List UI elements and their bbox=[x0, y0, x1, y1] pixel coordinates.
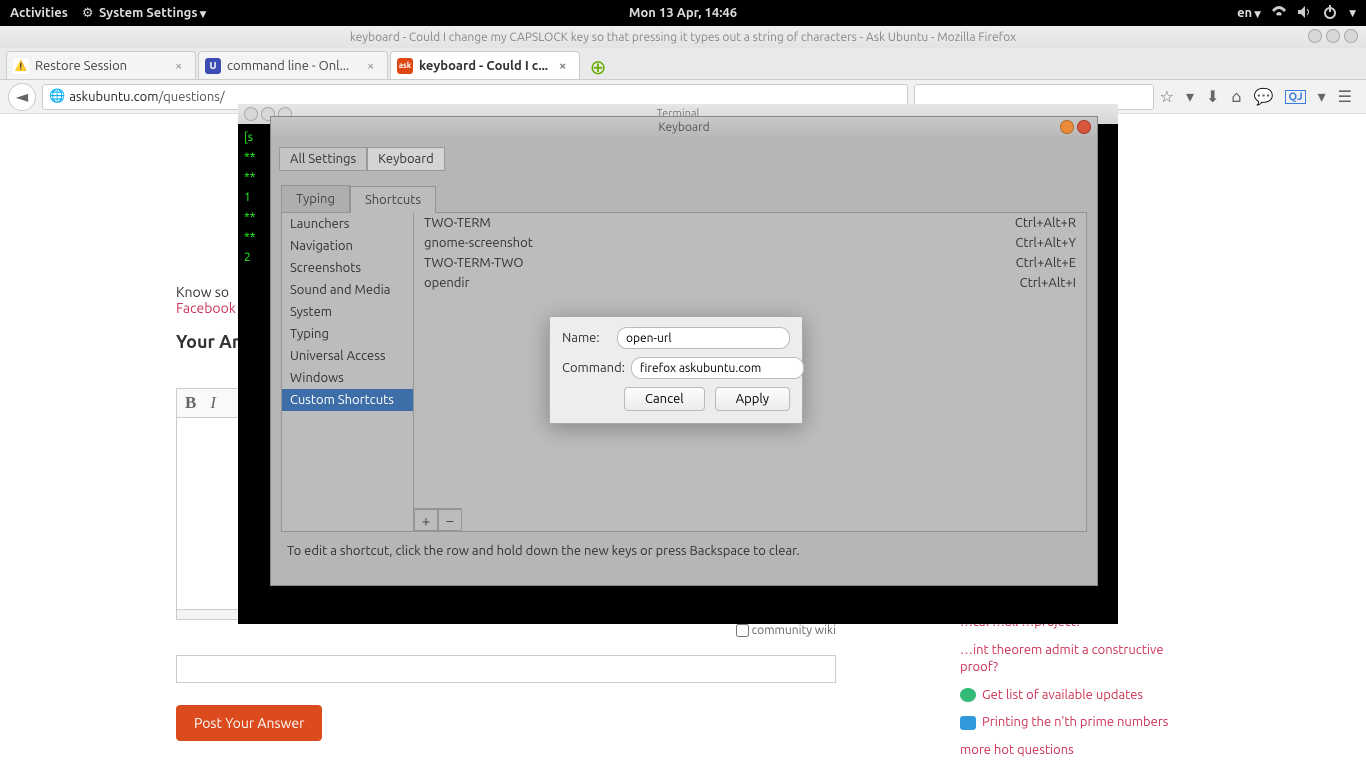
url-path: /questions/ bbox=[158, 90, 224, 104]
shortcut-command-input[interactable] bbox=[631, 357, 804, 379]
warning-icon: ⚠️ bbox=[13, 58, 29, 74]
add-shortcut-button[interactable]: + bbox=[414, 509, 438, 531]
chevron-down-icon: ▼ bbox=[199, 9, 206, 19]
breadcrumb-all-settings[interactable]: All Settings bbox=[279, 147, 367, 171]
new-tab-button[interactable]: ⊕ bbox=[586, 55, 610, 79]
terminal-output: [s ** ** 1 ** ** 2 bbox=[244, 128, 255, 268]
gear-icon: ⚙ bbox=[82, 6, 96, 20]
keyboard-titlebar: Keyboard bbox=[271, 117, 1097, 139]
category-typing[interactable]: Typing bbox=[282, 323, 413, 345]
back-button[interactable]: ◄ bbox=[8, 83, 36, 111]
community-wiki-checkbox[interactable] bbox=[736, 624, 749, 637]
tab-strip: ⚠️ Restore Session × U command line - On… bbox=[0, 48, 1366, 80]
shortcut-row[interactable]: gnome-screenshotCtrl+Alt+Y bbox=[414, 233, 1086, 253]
new-shortcut-dialog: Name: Command: Cancel Apply bbox=[549, 316, 803, 424]
chevron-down-icon: ▼ bbox=[1349, 8, 1356, 19]
activities-button[interactable]: Activities bbox=[10, 6, 68, 20]
tab-keyboard-question[interactable]: ask keyboard - Could I c... × bbox=[390, 51, 580, 79]
apply-button[interactable]: Apply bbox=[715, 387, 790, 411]
tab-restore-session[interactable]: ⚠️ Restore Session × bbox=[6, 51, 196, 79]
close-button[interactable] bbox=[1077, 120, 1091, 134]
text-fragment: Know so bbox=[176, 284, 229, 300]
hot-questions-sidebar: …cal …all …project? …int theorem admit a… bbox=[960, 614, 1180, 768]
minimize-button[interactable] bbox=[1308, 29, 1322, 43]
close-button[interactable] bbox=[1344, 29, 1358, 43]
volume-icon[interactable] bbox=[1297, 5, 1313, 22]
site-icon: ask bbox=[397, 58, 413, 74]
remove-shortcut-button[interactable]: − bbox=[438, 509, 462, 531]
clock[interactable]: Mon 13 Apr, 14:46 bbox=[629, 6, 737, 20]
cancel-button[interactable]: Cancel bbox=[624, 387, 705, 411]
chat-icon[interactable]: 💬 bbox=[1254, 87, 1274, 106]
tab-shortcuts[interactable]: Shortcuts bbox=[350, 186, 436, 213]
hot-question-link[interactable]: Get list of available updates bbox=[960, 687, 1180, 705]
hot-question-link[interactable]: …int theorem admit a constructive proof? bbox=[960, 642, 1180, 677]
shortcut-row[interactable]: opendirCtrl+Alt+I bbox=[414, 273, 1086, 293]
category-custom-shortcuts[interactable]: Custom Shortcuts bbox=[282, 389, 413, 411]
category-navigation[interactable]: Navigation bbox=[282, 235, 413, 257]
category-universal-access[interactable]: Universal Access bbox=[282, 345, 413, 367]
addon-icon[interactable]: QJ bbox=[1285, 90, 1305, 104]
app-menu[interactable]: ⚙ System Settings▼ bbox=[82, 6, 207, 20]
name-label: Name: bbox=[562, 331, 611, 345]
keyboard-title-text: Keyboard bbox=[658, 121, 709, 134]
shortcut-row[interactable]: TWO-TERMCtrl+Alt+R bbox=[414, 213, 1086, 233]
more-hot-questions-link[interactable]: more hot questions bbox=[960, 742, 1180, 760]
facebook-link[interactable]: Facebook bbox=[176, 300, 236, 316]
shortcuts-hint: To edit a shortcut, click the row and ho… bbox=[271, 532, 1097, 570]
tab-typing[interactable]: Typing bbox=[281, 185, 350, 212]
window-title-text: keyboard - Could I change my CAPSLOCK ke… bbox=[350, 31, 1016, 44]
bookmark-icon[interactable]: ☆ bbox=[1160, 87, 1174, 106]
shortcut-name-input[interactable] bbox=[617, 327, 790, 349]
close-icon[interactable]: × bbox=[175, 59, 189, 73]
site-icon: U bbox=[205, 58, 221, 74]
keyboard-tabs: Typing Shortcuts bbox=[281, 185, 1087, 212]
tag-input[interactable] bbox=[176, 655, 836, 683]
tab-label: Restore Session bbox=[35, 59, 127, 73]
category-launchers[interactable]: Launchers bbox=[282, 213, 413, 235]
firefox-window-title: keyboard - Could I change my CAPSLOCK ke… bbox=[0, 26, 1366, 48]
bold-button[interactable]: B bbox=[185, 393, 196, 413]
home-icon[interactable]: ⌂ bbox=[1231, 87, 1241, 106]
tab-label: command line - Onl... bbox=[227, 59, 349, 73]
tab-command-line[interactable]: U command line - Onl... × bbox=[198, 51, 388, 79]
shortcut-row[interactable]: TWO-TERM-TWOCtrl+Alt+E bbox=[414, 253, 1086, 273]
menu-icon[interactable]: ☰ bbox=[1338, 87, 1352, 106]
globe-icon: 🌐 bbox=[49, 89, 65, 104]
url-host: askubuntu.com bbox=[69, 90, 158, 104]
category-sound-media[interactable]: Sound and Media bbox=[282, 279, 413, 301]
pocket-icon[interactable]: ▾ bbox=[1186, 87, 1194, 106]
keyboard-layout-indicator[interactable]: en▼ bbox=[1237, 6, 1261, 20]
wifi-icon[interactable] bbox=[1271, 5, 1287, 22]
tab-label: keyboard - Could I c... bbox=[419, 59, 548, 73]
category-windows[interactable]: Windows bbox=[282, 367, 413, 389]
breadcrumb: All SettingsKeyboard bbox=[271, 139, 1097, 179]
breadcrumb-keyboard[interactable]: Keyboard bbox=[367, 147, 445, 171]
close-icon[interactable]: × bbox=[559, 59, 573, 73]
gnome-top-bar: Activities ⚙ System Settings▼ Mon 13 Apr… bbox=[0, 0, 1366, 26]
shortcut-categories: Launchers Navigation Screenshots Sound a… bbox=[282, 213, 414, 531]
italic-button[interactable]: I bbox=[210, 393, 216, 413]
post-answer-button[interactable]: Post Your Answer bbox=[176, 705, 322, 741]
window-button[interactable] bbox=[244, 107, 258, 121]
command-label: Command: bbox=[562, 361, 625, 375]
category-screenshots[interactable]: Screenshots bbox=[282, 257, 413, 279]
downloads-icon[interactable]: ⬇ bbox=[1206, 87, 1219, 106]
close-icon[interactable]: × bbox=[367, 59, 381, 73]
community-wiki-label: community wiki bbox=[752, 624, 836, 637]
minimize-button[interactable] bbox=[1060, 120, 1074, 134]
maximize-button[interactable] bbox=[1326, 29, 1340, 43]
power-icon[interactable] bbox=[1323, 5, 1337, 22]
category-system[interactable]: System bbox=[282, 301, 413, 323]
chevron-down-icon[interactable]: ▾ bbox=[1318, 87, 1326, 106]
hot-question-link[interactable]: Printing the n'th prime numbers bbox=[960, 714, 1180, 732]
app-menu-label: System Settings bbox=[99, 6, 198, 20]
